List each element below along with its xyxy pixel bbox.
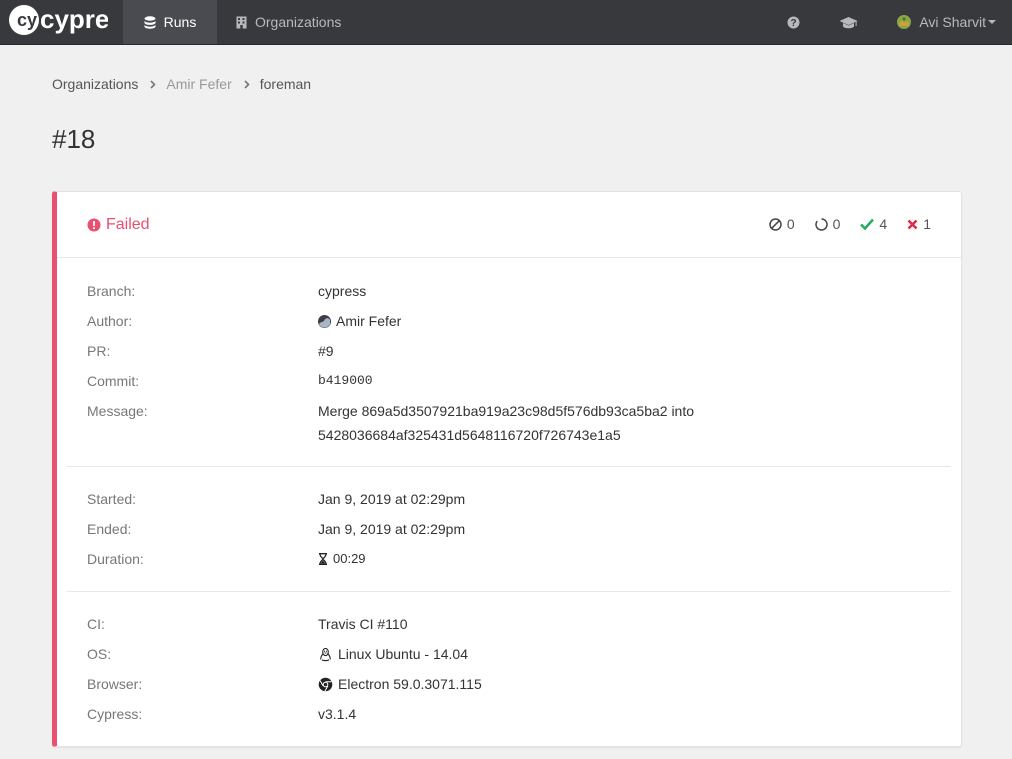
pending-count-value: 0 <box>832 216 841 232</box>
failed-count-value: 1 <box>923 216 931 232</box>
author-value: Amir Fefer <box>318 309 401 333</box>
user-menu[interactable]: Avi Sharvit <box>897 0 996 44</box>
breadcrumb-org[interactable]: Amir Fefer <box>166 76 231 92</box>
duration-text: 00:29 <box>333 551 366 566</box>
run-card: Failed 0 0 4 1 Branch: cypress Author: A… <box>52 191 962 747</box>
avatar <box>897 15 912 29</box>
check-icon <box>860 218 875 230</box>
timing-details: Started: Jan 9, 2019 at 02:29pm Ended: J… <box>67 467 951 592</box>
browser-value: Electron 59.0.3071.115 <box>318 672 482 696</box>
message-line-2: 5428036684af325431d5648116720f726743e1a5 <box>318 427 621 443</box>
svg-text:cy: cy <box>17 10 37 30</box>
skipped-count-value: 0 <box>786 216 795 232</box>
linux-icon <box>320 647 331 661</box>
cypress-logo[interactable]: cy cypress <box>8 3 108 37</box>
ci-label: CI: <box>87 616 105 632</box>
os-text: Linux Ubuntu - 14.04 <box>338 646 468 662</box>
chrome-icon <box>318 677 333 691</box>
breadcrumb-project: foreman <box>259 76 312 92</box>
circle-notch-icon <box>814 217 828 231</box>
chevron-right-icon <box>244 79 250 89</box>
browser-label: Browser: <box>87 676 143 692</box>
message-label: Message: <box>87 403 148 419</box>
question-circle-icon: ? <box>787 16 800 29</box>
skipped-count: 0 <box>769 216 795 232</box>
passed-count: 4 <box>860 216 887 232</box>
ended-value: Jan 9, 2019 at 02:29pm <box>318 521 466 537</box>
pending-count: 0 <box>814 216 841 232</box>
ended-label: Ended: <box>87 521 132 537</box>
environment-details: CI: Travis CI #110 OS: Linux Ubuntu - 14… <box>67 592 951 742</box>
database-icon <box>144 15 156 29</box>
top-navbar: cy cypress Runs Organizations ? Avi Shar… <box>0 0 1012 45</box>
os-value: Linux Ubuntu - 14.04 <box>318 642 468 666</box>
duration-value: 00:29 <box>318 547 366 571</box>
pr-label: PR: <box>87 343 111 359</box>
user-name: Avi Sharvit <box>919 14 986 30</box>
author-name: Amir Fefer <box>336 313 402 329</box>
started-value: Jan 9, 2019 at 02:29pm <box>318 491 466 507</box>
times-icon <box>907 219 918 229</box>
message-value: Merge 869a5d3507921ba919a23c98d5f576db93… <box>318 399 694 447</box>
tab-organizations[interactable]: Organizations <box>236 0 341 44</box>
chevron-down-icon <box>988 20 996 24</box>
hourglass-icon <box>319 553 327 565</box>
branch-label: Branch: <box>87 283 136 299</box>
started-label: Started: <box>87 491 137 507</box>
graduation-cap-icon <box>839 16 858 28</box>
author-label: Author: <box>87 313 133 329</box>
help-button[interactable]: ? <box>787 0 800 44</box>
author-avatar <box>318 314 331 328</box>
passed-count-value: 4 <box>879 216 888 232</box>
duration-label: Duration: <box>87 551 144 567</box>
commit-link[interactable]: b419000 <box>318 369 373 393</box>
exclamation-circle-icon <box>87 218 101 232</box>
page-title: #18 <box>52 124 96 154</box>
cypress-label: Cypress: <box>87 706 143 722</box>
ban-icon <box>769 217 782 231</box>
building-icon <box>236 16 247 28</box>
breadcrumb: Organizations Amir Fefer foreman <box>52 76 311 92</box>
browser-text: Electron 59.0.3071.115 <box>338 676 482 692</box>
cypress-version: v3.1.4 <box>318 706 357 722</box>
test-counts: 0 0 4 1 <box>769 216 931 232</box>
tab-runs[interactable]: Runs <box>123 0 217 44</box>
svg-text:?: ? <box>790 18 796 29</box>
logo-text: cypress <box>40 4 108 34</box>
commit-details: Branch: cypress Author: Amir Fefer PR: #… <box>67 258 951 467</box>
status-badge: Failed <box>87 216 150 234</box>
pr-link[interactable]: #9 <box>318 339 334 363</box>
status-label: Failed <box>106 216 150 233</box>
tab-runs-label: Runs <box>163 14 197 30</box>
chevron-right-icon <box>150 79 157 89</box>
ci-link[interactable]: Travis CI #110 <box>318 612 407 636</box>
tab-organizations-label: Organizations <box>255 14 342 30</box>
breadcrumb-organizations[interactable]: Organizations <box>52 76 138 92</box>
commit-label: Commit: <box>87 373 140 389</box>
branch-value: cypress <box>318 283 367 299</box>
message-line-1: Merge 869a5d3507921ba919a23c98d5f576db93… <box>318 403 695 419</box>
run-header: Failed 0 0 4 1 <box>57 192 961 258</box>
failed-count: 1 <box>907 216 931 232</box>
docs-button[interactable] <box>839 0 858 44</box>
os-label: OS: <box>87 646 112 662</box>
